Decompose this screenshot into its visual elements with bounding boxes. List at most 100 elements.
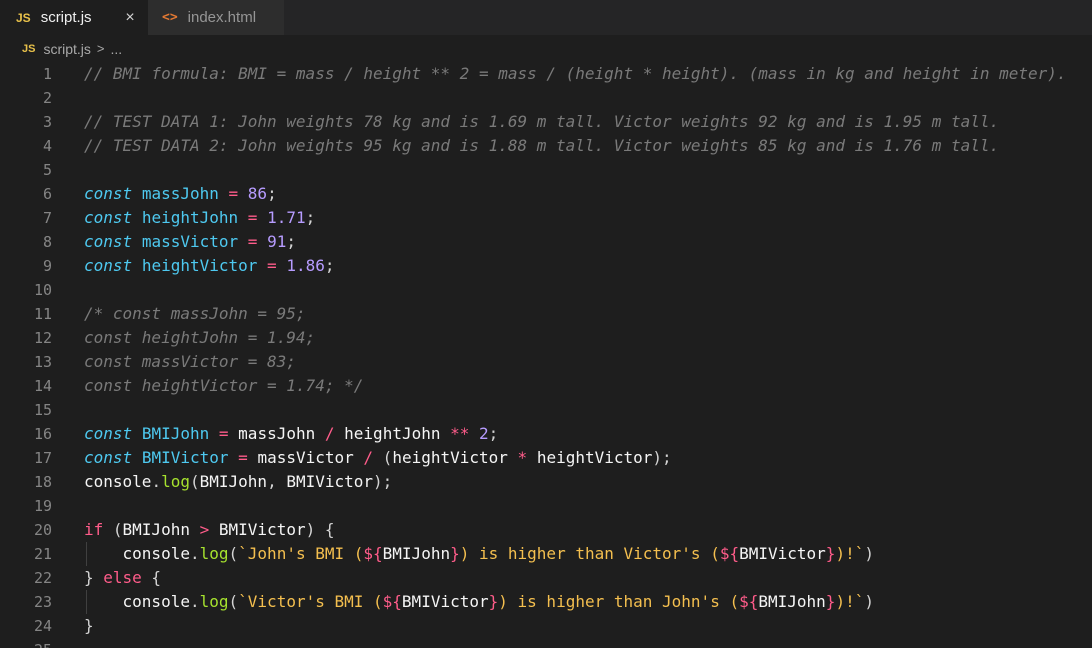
js-file-icon: JS [16,10,31,25]
js-file-icon: JS [22,42,36,55]
code-line[interactable]: 12 const heightJohn = 1.94; [0,326,1092,350]
tab-index-html[interactable]: <> index.html [148,0,284,35]
code-line[interactable]: 2 [0,86,1092,110]
code-line[interactable]: 1 // BMI formula: BMI = mass / height ** … [0,62,1092,86]
line-number: 13 [33,353,52,371]
code-token: BMIVictor [141,448,229,467]
code-token: `John's BMI ( [238,544,364,563]
code-line[interactable]: 5 [0,158,1092,182]
code-token: heightVictor [392,448,508,467]
code-token: ; [324,256,335,275]
close-icon[interactable]: × [122,9,138,27]
line-number: 21 [33,545,52,563]
code-line[interactable]: 19 [0,494,1092,518]
code-token: BMIJohn [122,520,190,539]
code-token: / [324,424,335,443]
code-token: 91 [267,232,287,251]
code-text: const heightJohn = 1.71; [84,206,315,230]
code-text: console.log(`Victor's BMI (${BMIVictor})… [84,590,874,614]
code-token: . [189,544,200,563]
code-token: BMIJohn [141,424,210,443]
code-token: /* const massJohn = 95; [84,304,306,323]
code-text: const massJohn = 86; [84,182,277,206]
code-token: ; [286,232,296,251]
line-number: 16 [33,425,52,443]
code-token: BMIJohn [758,592,826,611]
tab-script-js[interactable]: JS script.js × [0,0,148,35]
code-token: ) is higher than Victor's ( [459,544,720,563]
code-token: log [161,472,190,491]
code-token: ) [864,544,874,563]
code-token: BMIVictor [401,592,489,611]
code-line[interactable]: 14 const heightVictor = 1.74; */ [0,374,1092,398]
code-line[interactable]: 16 const BMIJohn = massJohn / heightJohn … [0,422,1092,446]
code-token: 2 [479,424,489,443]
code-token: massVictor [141,232,239,251]
code-line[interactable]: 6 const massJohn = 86; [0,182,1092,206]
code-line[interactable]: 4 // TEST DATA 2: John weights 95 kg and … [0,134,1092,158]
code-line[interactable]: 3 // TEST DATA 1: John weights 78 kg and … [0,110,1092,134]
code-token: ${ [739,592,759,611]
code-token: const heightVictor = 1.74; */ [84,376,364,395]
code-line[interactable]: 21 console.log(`John's BMI (${BMIJohn}) … [0,542,1092,566]
code-line[interactable]: 10 [0,278,1092,302]
code-line[interactable]: 8 const massVictor = 91; [0,230,1092,254]
code-token: = [238,448,248,467]
code-line[interactable]: 7 const heightJohn = 1.71; [0,206,1092,230]
code-line[interactable]: 22} else { [0,566,1092,590]
code-token: heightVictor [141,256,258,275]
line-number: 9 [42,257,52,275]
code-line[interactable]: 23 console.log(`Victor's BMI (${BMIVicto… [0,590,1092,614]
code-token: = [218,424,229,443]
code-token: ); [373,472,393,491]
code-line[interactable]: 13 const massVictor = 83; [0,350,1092,374]
code-line[interactable]: 11 /* const massJohn = 95; [0,302,1092,326]
code-token: const [84,448,133,467]
code-line[interactable]: 9 const heightVictor = 1.86; [0,254,1092,278]
code-token: massVictor [257,448,354,467]
code-token: 1.86 [286,256,325,275]
code-token: const [84,256,133,275]
code-token: ( [103,520,123,539]
code-editor[interactable]: 1 // BMI formula: BMI = mass / height ** … [0,62,1092,648]
code-line[interactable]: 20 if (BMIJohn > BMIVictor) { [0,518,1092,542]
code-token: } [825,544,836,563]
code-token: massJohn [141,184,219,203]
line-number: 24 [33,617,52,635]
breadcrumb: JS script.js > ... [0,35,1092,62]
code-line[interactable]: 17 const BMIVictor = massVictor / (height… [0,446,1092,470]
line-number: 6 [42,185,52,203]
code-token: const massVictor = 83; [84,352,296,371]
code-line[interactable]: 25 [0,638,1092,648]
code-token: // TEST DATA 1: John weights 78 kg and i… [84,112,1000,131]
code-token: } [84,616,94,635]
code-token: . [189,592,200,611]
html-file-icon: <> [162,10,178,25]
code-line[interactable]: 15 [0,398,1092,422]
code-token: ); [652,448,672,467]
code-text: const BMIJohn = massJohn / heightJohn **… [84,422,498,446]
code-text: console.log(BMIJohn, BMIVictor); [84,470,392,494]
code-token: ; [488,424,499,443]
code-token: heightVictor [536,448,653,467]
code-line[interactable]: 24} [0,614,1092,638]
code-line[interactable]: 18 console.log(BMIJohn, BMIVictor); [0,470,1092,494]
breadcrumb-more[interactable]: ... [111,41,123,57]
line-number: 17 [33,449,52,467]
breadcrumb-file[interactable]: script.js [43,41,90,57]
line-number: 3 [42,113,52,131]
code-text: const massVictor = 83; [84,350,296,374]
line-number: 25 [0,638,52,648]
code-token: } [488,592,499,611]
code-token: ( [373,448,393,467]
